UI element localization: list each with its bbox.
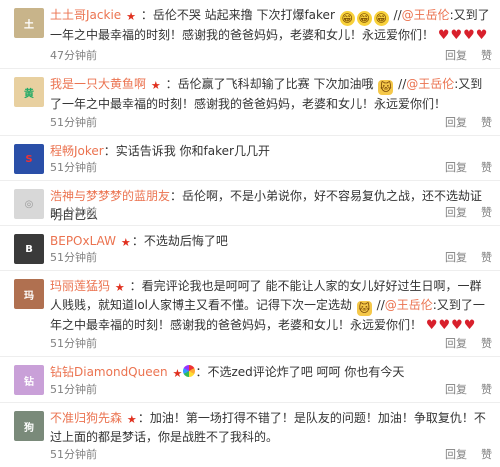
comment-meta: 51分钟前 回复 赞 — [50, 250, 492, 266]
comment-content: BEPOxLAW ★：不选劫后悔了吧 — [50, 232, 492, 251]
comment-item: 狗 不准归狗先森 ★：加油！第一场打得不错了！是队友的问题！加油！争取复仇！不过… — [0, 403, 500, 467]
avatar[interactable]: 玛 — [14, 279, 44, 309]
comment-content: 玛丽莲猛犸 ★ ：看完评论我也是呵呵了 能不能让人家的女儿好好过生日啊，一群人贱… — [50, 277, 492, 335]
like-button[interactable]: 赞 — [481, 337, 492, 350]
star-badge-icon: ★ — [150, 79, 161, 92]
comment-text: ：岳伦赢了飞科却输了比赛 下次加油哦 — [165, 77, 374, 91]
comment-item: 土 土土哥Jackie ★ ：岳伦不哭 站起来撸 下次打爆faker 😁 😁 😁 /… — [0, 0, 500, 69]
avatar[interactable]: 黄 — [14, 77, 44, 107]
comment-text: ：不选zed评论炸了吧 呵呵 你也有今天 — [195, 365, 405, 379]
avatar[interactable]: B — [14, 234, 44, 264]
like-button[interactable]: 赞 — [481, 206, 492, 219]
like-button[interactable]: 赞 — [481, 383, 492, 396]
timestamp: 47分钟前 — [50, 49, 97, 62]
repost-separator: // — [393, 8, 402, 22]
laugh-emoji-icon: 😁 — [356, 11, 372, 26]
reply-button[interactable]: 回复 — [445, 251, 467, 264]
comment-item: 黄 我是一只大黄鱼啊 ★ ：岳伦赢了飞科却输了比赛 下次加油哦 🐱 //@王岳伦… — [0, 69, 500, 136]
username-link[interactable]: BEPOxLAW — [50, 234, 116, 248]
comment-item: B BEPOxLAW ★：不选劫后悔了吧 51分钟前 回复 赞 — [0, 226, 500, 271]
reply-button[interactable]: 回复 — [445, 49, 467, 62]
comment-text: ：不选劫后悔了吧 — [131, 234, 228, 248]
mention-link[interactable]: @王岳伦 — [406, 77, 454, 91]
comment-meta: 51分钟前 回复 赞 — [50, 160, 492, 176]
comment-meta: 51分钟前 回复 赞 — [50, 205, 492, 221]
comment-content: 不准归狗先森 ★：加油！第一场打得不错了！是队友的问题！加油！争取复仇！不过上面… — [50, 409, 492, 447]
comment-content: 钻钻DiamondQueen ★ ：不选zed评论炸了吧 呵呵 你也有今天 — [50, 363, 492, 382]
comment-feed: 土 土土哥Jackie ★ ：岳伦不哭 站起来撸 下次打爆faker 😁 😁 😁 /… — [0, 0, 500, 467]
like-button[interactable]: 赞 — [481, 49, 492, 62]
mention-link[interactable]: @王岳伦 — [385, 298, 433, 312]
username-link[interactable]: 程畅Joker — [50, 144, 104, 158]
comment-meta: 51分钟前 回复 赞 — [50, 382, 492, 398]
comment-meta: 51分钟前 回复 赞 — [50, 336, 492, 352]
heart-emoji-icon: ♥♥♥♥ — [437, 28, 489, 43]
like-button[interactable]: 赞 — [481, 251, 492, 264]
avatar[interactable]: ◎ — [14, 189, 44, 219]
avatar[interactable]: 土 — [14, 8, 44, 38]
avatar[interactable]: 钻 — [14, 365, 44, 395]
timestamp: 51分钟前 — [50, 161, 97, 174]
comment-text: ：实话告诉我 你和faker几几开 — [103, 144, 270, 158]
comment-item: S 程畅Joker：实话告诉我 你和faker几几开 51分钟前 回复 赞 — [0, 136, 500, 181]
star-badge-icon: ★ — [126, 10, 136, 23]
reply-button[interactable]: 回复 — [445, 383, 467, 396]
star-badge-icon: ★ — [172, 367, 183, 380]
username-link[interactable]: 我是一只大黄鱼啊 — [50, 77, 146, 91]
repost-separator: // — [376, 298, 385, 312]
timestamp: 51分钟前 — [50, 116, 97, 129]
username-link[interactable]: 浩神与梦梦梦的蓝朋友 — [50, 189, 170, 203]
reply-button[interactable]: 回复 — [445, 161, 467, 174]
heart-emoji-icon: ♥♥♥♥ — [425, 318, 477, 333]
like-button[interactable]: 赞 — [481, 448, 492, 461]
reply-button[interactable]: 回复 — [445, 206, 467, 219]
star-badge-icon: ★ — [126, 413, 137, 426]
rainbow-badge-icon — [183, 365, 196, 377]
comment-content: 我是一只大黄鱼啊 ★ ：岳伦赢了飞科却输了比赛 下次加油哦 🐱 //@王岳伦:又… — [50, 75, 492, 114]
cat-emoji-icon: 🐱 — [356, 301, 372, 316]
comment-item: 玛 玛丽莲猛犸 ★ ：看完评论我也是呵呵了 能不能让人家的女儿好好过生日啊，一群… — [0, 271, 500, 357]
comment-content: 土土哥Jackie ★ ：岳伦不哭 站起来撸 下次打爆faker 😁 😁 😁 //@… — [50, 6, 492, 45]
timestamp: 51分钟前 — [50, 251, 97, 264]
comment-meta: 51分钟前 回复 赞 — [50, 115, 492, 131]
username-link[interactable]: 土土哥Jackie — [50, 8, 121, 22]
comment-item: 钻 钻钻DiamondQueen ★ ：不选zed评论炸了吧 呵呵 你也有今天 5… — [0, 357, 500, 403]
avatar[interactable]: S — [14, 144, 44, 174]
timestamp: 51分钟前 — [50, 383, 97, 396]
username-link[interactable]: 不准归狗先森 — [50, 411, 122, 425]
star-badge-icon: ★ — [120, 236, 131, 249]
comment-meta: 47分钟前 回复 赞 — [50, 48, 492, 64]
timestamp: 51分钟前 — [50, 206, 97, 219]
username-link[interactable]: 钻钻DiamondQueen — [50, 365, 168, 379]
like-button[interactable]: 赞 — [481, 116, 492, 129]
timestamp: 51分钟前 — [50, 448, 97, 461]
avatar[interactable]: 狗 — [14, 411, 44, 441]
reply-button[interactable]: 回复 — [445, 337, 467, 350]
mention-link[interactable]: @王岳伦 — [402, 8, 450, 22]
cat-emoji-icon: 🐱 — [378, 80, 394, 95]
timestamp: 51分钟前 — [50, 337, 97, 350]
reply-button[interactable]: 回复 — [445, 116, 467, 129]
comment-text: ：岳伦不哭 站起来撸 下次打爆faker — [140, 8, 335, 22]
star-badge-icon: ★ — [114, 281, 125, 294]
comment-content: 程畅Joker：实话告诉我 你和faker几几开 — [50, 142, 492, 161]
comment-item: ◎ 浩神与梦梦梦的蓝朋友：岳伦啊，不是小弟说你，好不容易复仇之战，还不选劫证明自… — [0, 181, 500, 226]
comment-meta: 51分钟前 回复 赞 — [50, 447, 492, 463]
laugh-emoji-icon: 😁 — [339, 11, 355, 26]
laugh-emoji-icon: 😁 — [373, 11, 389, 26]
username-link[interactable]: 玛丽莲猛犸 — [50, 279, 110, 293]
reply-button[interactable]: 回复 — [445, 448, 467, 461]
like-button[interactable]: 赞 — [481, 161, 492, 174]
